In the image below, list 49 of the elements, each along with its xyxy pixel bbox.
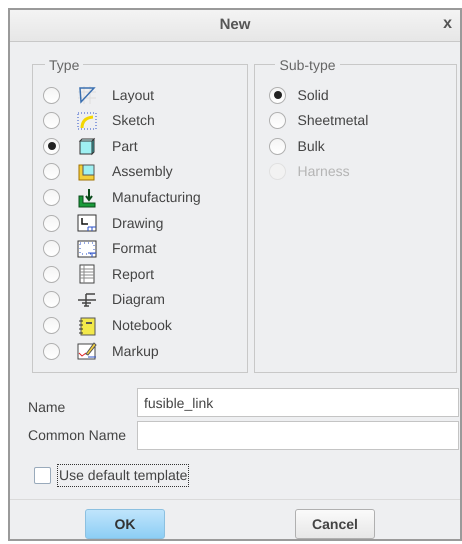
option-label: Sheetmetal: [297, 111, 368, 130]
radio-button[interactable]: [43, 342, 60, 360]
triangle-grid-icon: [77, 85, 97, 106]
radio-button[interactable]: [43, 112, 60, 130]
radio-button[interactable]: [43, 163, 60, 180]
window-title: New: [220, 15, 250, 36]
radio-button[interactable]: [43, 317, 60, 334]
assembly-cube-icon: [77, 162, 97, 182]
radio-button[interactable]: [269, 112, 286, 130]
drawing-sheet-icon: [77, 213, 97, 234]
text-field[interactable]: fusible_link: [137, 388, 459, 417]
option-label: Assembly: [112, 162, 173, 182]
radio-button[interactable]: [43, 189, 60, 206]
radio-button[interactable]: [43, 138, 60, 155]
option-label: Layout: [112, 86, 154, 105]
option-label: Harness: [297, 162, 350, 182]
close-button[interactable]: x: [439, 14, 456, 34]
option-label: Bulk: [297, 136, 325, 156]
option-label: Diagram: [112, 290, 165, 310]
option-label: Drawing: [112, 214, 164, 233]
option-label: Markup: [112, 342, 159, 361]
option-label: Sketch: [112, 111, 155, 130]
option-label: Notebook: [112, 316, 172, 335]
format-sheet-icon: [77, 238, 97, 259]
pen-markup-icon: [77, 341, 97, 362]
checkbox-label[interactable]: Use default template: [57, 464, 190, 487]
option-label: Format: [112, 239, 156, 258]
radio-button[interactable]: [43, 291, 60, 308]
text-field[interactable]: [137, 421, 459, 450]
checkbox[interactable]: [34, 467, 51, 484]
tool-icon: [77, 188, 97, 208]
cube-icon: [77, 136, 97, 156]
radio-button[interactable]: [43, 214, 60, 232]
radio-button[interactable]: [43, 240, 60, 258]
option-label: Manufacturing: [112, 188, 201, 208]
radio-button[interactable]: [43, 266, 60, 283]
arc-dotted-icon: [77, 110, 97, 131]
option-label: Part: [112, 136, 138, 156]
table-icon: [77, 264, 97, 284]
option-label: Report: [112, 264, 154, 284]
field-label: Common Name: [28, 426, 128, 445]
dialog-button[interactable]: OK: [85, 509, 165, 539]
notebook-icon: [77, 316, 97, 336]
radio-button[interactable]: [43, 86, 60, 104]
field-label: Name: [28, 398, 66, 417]
option-label: Solid: [297, 86, 329, 105]
radio-button[interactable]: [269, 138, 286, 155]
dialog-button[interactable]: Cancel: [295, 509, 375, 539]
radio-button[interactable]: [269, 86, 286, 104]
